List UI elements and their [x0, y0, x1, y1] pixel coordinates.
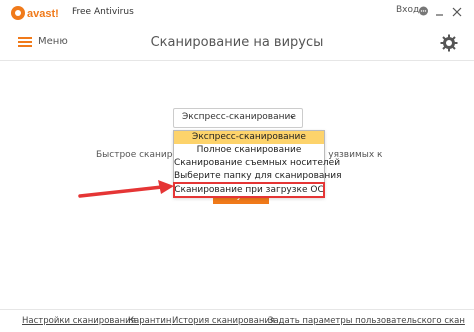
footer-bar: Настройки сканирования Карантин История … [0, 309, 474, 332]
option-express-scan[interactable]: Экспресс-сканирование [174, 131, 324, 144]
page-title: Сканирование на вирусы [150, 35, 324, 50]
footer-link-custom-scan[interactable]: Задать параметры пользовательского скан [268, 316, 465, 326]
footer-link-scan-history[interactable]: История сканирования [172, 316, 275, 326]
scan-type-select[interactable]: Экспресс-сканирование ⌄ [173, 108, 303, 128]
chat-icon[interactable] [418, 6, 429, 17]
option-full-scan[interactable]: Полное сканирование [174, 144, 324, 157]
scan-description-left: Быстрое сканиров [96, 150, 184, 160]
footer-link-scan-settings[interactable]: Настройки сканирования [22, 316, 136, 326]
product-name: Free Antivirus [72, 7, 134, 17]
gear-icon[interactable] [440, 34, 458, 52]
brand-text: avast! [27, 8, 59, 20]
login-link[interactable]: Вход [396, 5, 419, 15]
scan-type-dropdown: Экспресс-сканирование Полное сканировани… [173, 130, 342, 198]
option-boot-time-scan[interactable]: Сканирование при загрузке ОС [173, 182, 325, 198]
title-bar: avast! Free Antivirus Вход [0, 0, 474, 26]
scan-type-value: Экспресс-сканирование [182, 112, 296, 122]
annotation-arrow-icon [78, 180, 174, 198]
close-icon[interactable] [452, 7, 462, 17]
minimize-icon[interactable] [435, 8, 444, 17]
option-removable-scan[interactable]: Сканирование съемных носителей [174, 157, 340, 170]
avast-logo-icon: avast! [11, 6, 59, 20]
app-header: Меню Сканирование на вирусы [0, 26, 474, 61]
footer-link-quarantine[interactable]: Карантин [128, 316, 171, 326]
option-folder-scan[interactable]: Выберите папку для сканирования [174, 170, 342, 183]
chevron-down-icon: ⌄ [288, 111, 296, 121]
